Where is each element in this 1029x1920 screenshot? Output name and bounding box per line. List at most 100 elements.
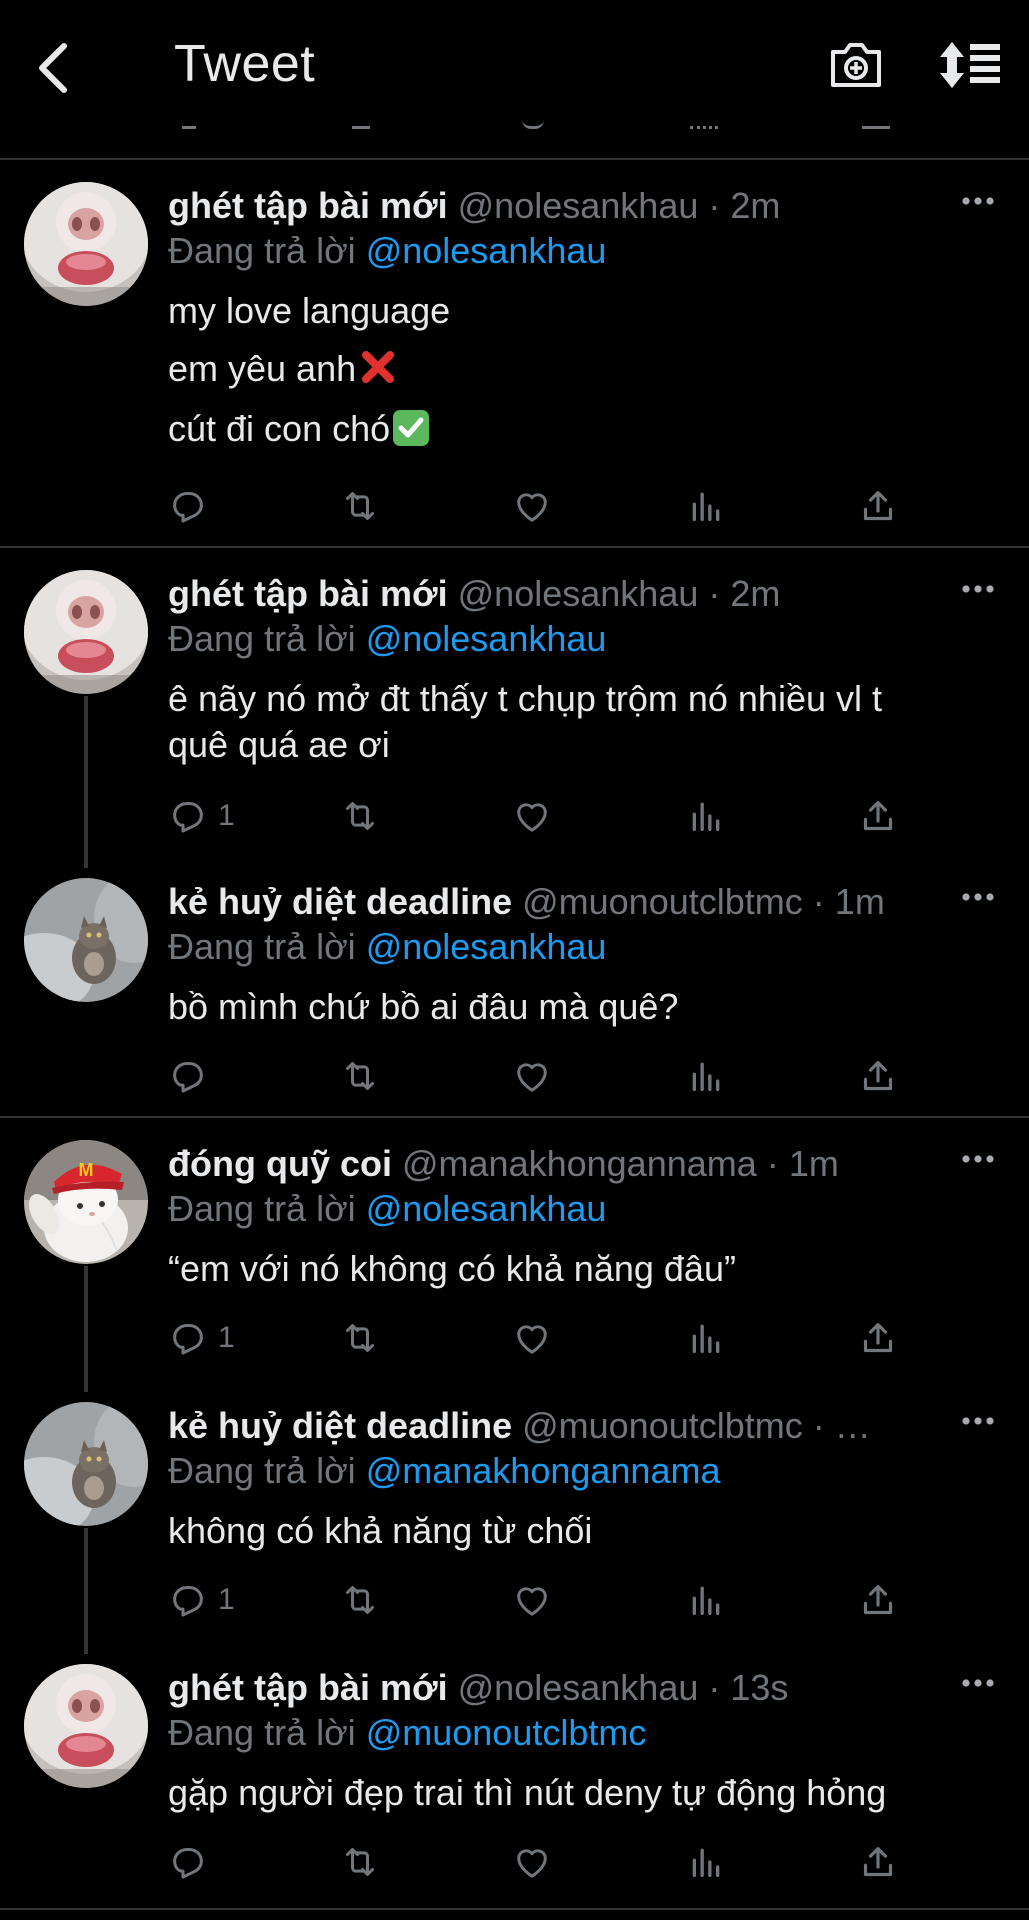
tweet-text: cút đi con chó bbox=[168, 408, 391, 449]
like-icon[interactable] bbox=[512, 1580, 552, 1620]
divider bbox=[0, 1908, 1029, 1910]
timestamp: 2m bbox=[730, 573, 781, 614]
stats-icon[interactable] bbox=[686, 1842, 726, 1882]
avatar[interactable] bbox=[24, 1140, 148, 1264]
mention-link[interactable]: @nolesankhau bbox=[366, 926, 607, 967]
previous-tweet-actions-peek bbox=[0, 120, 1029, 138]
timestamp: 2m bbox=[730, 185, 781, 226]
retweet-icon[interactable] bbox=[340, 1056, 380, 1096]
thread-line bbox=[84, 696, 88, 868]
retweet-icon[interactable] bbox=[340, 1580, 380, 1620]
tweet-text-line: quê quá ae ơi bbox=[168, 724, 390, 765]
display-name[interactable]: ghét tập bài mới bbox=[168, 573, 448, 614]
thread-line bbox=[84, 1266, 88, 1392]
display-name[interactable]: kẻ huỷ diệt deadline bbox=[168, 1405, 512, 1446]
stats-icon[interactable] bbox=[686, 486, 726, 526]
reply-icon[interactable] bbox=[168, 1056, 208, 1096]
like-icon[interactable] bbox=[512, 486, 552, 526]
retweet-icon[interactable] bbox=[340, 796, 380, 836]
reply-icon[interactable] bbox=[168, 1580, 208, 1620]
reply-icon[interactable] bbox=[168, 796, 208, 836]
mention-link[interactable]: @muonoutclbtmc bbox=[366, 1712, 647, 1753]
separator-dot: · bbox=[812, 1405, 825, 1446]
user-handle[interactable]: @nolesankhau bbox=[458, 1667, 699, 1708]
more-icon[interactable] bbox=[960, 574, 996, 604]
like-icon[interactable] bbox=[512, 796, 552, 836]
reply-count: 1 bbox=[218, 1321, 235, 1354]
avatar[interactable] bbox=[24, 1664, 148, 1788]
tweet[interactable]: ghét tập bài mới @nolesankhau · 2m Đang … bbox=[0, 162, 1029, 545]
like-icon[interactable] bbox=[512, 1318, 552, 1358]
tweet-text-line: cút đi con chó bbox=[168, 406, 430, 452]
stats-icon[interactable] bbox=[686, 796, 726, 836]
more-icon[interactable] bbox=[960, 1668, 996, 1698]
share-icon[interactable] bbox=[858, 1580, 898, 1620]
display-name[interactable]: ghét tập bài mới bbox=[168, 1667, 448, 1708]
timestamp: 1m bbox=[834, 881, 885, 922]
more-icon[interactable] bbox=[960, 186, 996, 216]
stats-icon[interactable] bbox=[686, 1056, 726, 1096]
display-name[interactable]: kẻ huỷ diệt deadline bbox=[168, 881, 512, 922]
avatar[interactable] bbox=[24, 878, 148, 1002]
retweet-icon[interactable] bbox=[340, 1318, 380, 1358]
more-icon[interactable] bbox=[960, 1144, 996, 1174]
stats-icon[interactable] bbox=[686, 1580, 726, 1620]
sort-icon[interactable] bbox=[938, 40, 1002, 90]
replying-to: Đang trả lời @nolesankhau bbox=[168, 228, 606, 274]
like-icon[interactable] bbox=[512, 1056, 552, 1096]
share-icon[interactable] bbox=[858, 1056, 898, 1096]
display-name[interactable]: ghét tập bài mới bbox=[168, 185, 448, 226]
tweet-text-line: bồ mình chứ bồ ai đâu mà quê? bbox=[168, 986, 679, 1027]
tweet[interactable]: kẻ huỷ diệt deadline @muonoutclbtmc · … … bbox=[0, 1382, 1029, 1654]
share-icon[interactable] bbox=[858, 1842, 898, 1882]
more-icon[interactable] bbox=[960, 882, 996, 912]
retweet-icon bbox=[352, 120, 370, 129]
like-icon[interactable] bbox=[512, 1842, 552, 1882]
reply-icon[interactable] bbox=[168, 486, 208, 526]
timestamp: 1m bbox=[788, 1143, 839, 1184]
user-handle[interactable]: @muonoutclbtmc bbox=[522, 881, 803, 922]
tweet-header: đóng quỹ coi @manakhongannama · 1m bbox=[168, 1140, 968, 1188]
user-handle[interactable]: @muonoutclbtmc bbox=[522, 1405, 803, 1446]
tweet-text: em yêu anh bbox=[168, 348, 357, 389]
mention-link[interactable]: @nolesankhau bbox=[366, 618, 607, 659]
avatar[interactable] bbox=[24, 570, 148, 694]
more-icon[interactable] bbox=[960, 1406, 996, 1436]
tweet[interactable]: ghét tập bài mới @nolesankhau · 13s Đang… bbox=[0, 1644, 1029, 1906]
reply-icon bbox=[182, 120, 196, 129]
reply-icon[interactable] bbox=[168, 1842, 208, 1882]
separator-dot: · bbox=[708, 1667, 721, 1708]
tweet[interactable]: kẻ huỷ diệt deadline @muonoutclbtmc · 1m… bbox=[0, 858, 1029, 1116]
stats-icon[interactable] bbox=[686, 1318, 726, 1358]
divider bbox=[0, 546, 1029, 548]
user-handle[interactable]: @nolesankhau bbox=[458, 185, 699, 226]
replying-to-label: Đang trả lời bbox=[168, 1712, 356, 1753]
avatar[interactable] bbox=[24, 1402, 148, 1526]
retweet-icon[interactable] bbox=[340, 486, 380, 526]
camera-icon[interactable] bbox=[827, 38, 885, 92]
tweet[interactable]: ghét tập bài mới @nolesankhau · 2m Đang … bbox=[0, 550, 1029, 868]
reply-icon[interactable] bbox=[168, 1318, 208, 1358]
mention-link[interactable]: @manakhongannama bbox=[366, 1450, 721, 1491]
retweet-icon[interactable] bbox=[340, 1842, 380, 1882]
timestamp: … bbox=[834, 1405, 871, 1446]
mention-link[interactable]: @nolesankhau bbox=[366, 1188, 607, 1229]
tweet-text-line: my love language bbox=[168, 290, 451, 331]
chevron-left-icon[interactable] bbox=[30, 38, 80, 98]
mention-link[interactable]: @nolesankhau bbox=[366, 230, 607, 271]
tweet-text-line: ê nãy nó mở đt thấy t chụp trộm nó nhiều… bbox=[168, 678, 882, 719]
share-icon[interactable] bbox=[858, 796, 898, 836]
share-icon[interactable] bbox=[858, 486, 898, 526]
user-handle[interactable]: @nolesankhau bbox=[458, 573, 699, 614]
replying-to: Đang trả lời @nolesankhau bbox=[168, 1186, 606, 1232]
separator-dot: · bbox=[766, 1143, 779, 1184]
share-icon[interactable] bbox=[858, 1318, 898, 1358]
tweet-header: kẻ huỷ diệt deadline @muonoutclbtmc · … bbox=[168, 1402, 944, 1450]
tweet[interactable]: đóng quỹ coi @manakhongannama · 1m Đang … bbox=[0, 1120, 1029, 1392]
avatar[interactable] bbox=[24, 182, 148, 306]
tweet-text-line: gặp người đẹp trai thì nút deny tự động … bbox=[168, 1772, 887, 1813]
display-name[interactable]: đóng quỹ coi bbox=[168, 1143, 392, 1184]
tweet-text-line: em yêu anh bbox=[168, 346, 398, 392]
page-title: Tweet bbox=[174, 35, 316, 93]
user-handle[interactable]: @manakhongannama bbox=[402, 1143, 757, 1184]
